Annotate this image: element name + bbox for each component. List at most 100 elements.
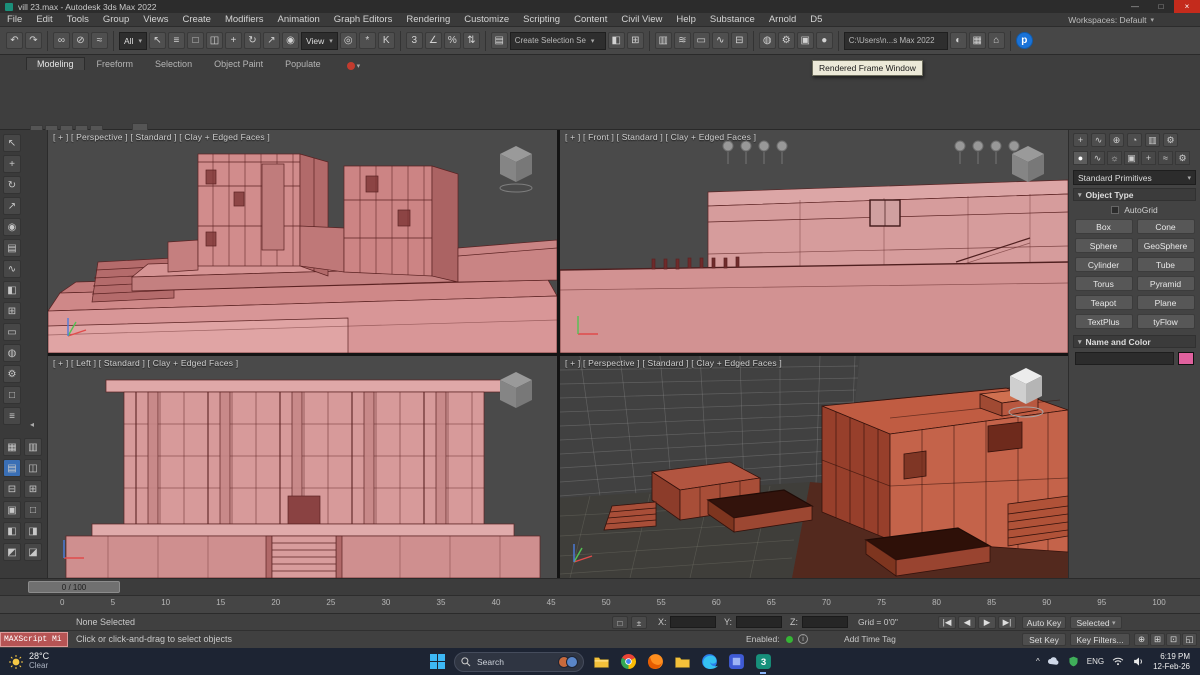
ribbon-tab-object-paint[interactable]: Object Paint <box>204 58 273 70</box>
named-selection-set-field[interactable]: Create Selection Se ▾ <box>509 31 606 50</box>
name-and-color-rollout[interactable]: ▾ Name and Color <box>1073 335 1196 348</box>
selection-set-dropdown[interactable]: Selected ▾ <box>1070 616 1122 629</box>
left-toolbar-icon[interactable]: □ <box>3 386 21 404</box>
info-icon[interactable]: i <box>798 634 808 644</box>
keyboard-override-icon[interactable]: K <box>377 32 395 49</box>
state-sets-icon[interactable]: ▦ <box>968 32 986 49</box>
select-by-name-icon[interactable]: ≡ <box>167 32 185 49</box>
folder-icon[interactable] <box>672 652 692 672</box>
viewport-label[interactable]: [ + ] [ Perspective ] [ Standard ] [ Cla… <box>565 358 782 368</box>
geometry-category-icon[interactable]: ● <box>1073 151 1088 165</box>
menu-file[interactable]: File <box>0 13 29 27</box>
z-coordinate-field[interactable] <box>802 616 848 628</box>
viewport-layout-tab[interactable]: ◨ <box>24 522 42 540</box>
mirror-icon[interactable]: ◧ <box>607 32 625 49</box>
workspaces-selector[interactable]: Workspaces: Default ▾ <box>1068 15 1154 25</box>
isolate-selection-icon[interactable]: □ <box>612 616 628 629</box>
ribbon-tab-selection[interactable]: Selection <box>145 58 202 70</box>
left-toolbar-icon[interactable]: ▤ <box>3 239 21 257</box>
goto-end-icon[interactable]: ▶| <box>998 616 1016 629</box>
tube-button[interactable]: Tube <box>1136 257 1195 272</box>
select-and-rotate-icon[interactable]: ↻ <box>243 32 261 49</box>
create-tab-icon[interactable]: + <box>1073 133 1088 147</box>
viewport-perspective[interactable]: [ + ] [ Perspective ] [ Standard ] [ Cla… <box>48 130 557 353</box>
select-object-icon[interactable]: ↖ <box>148 32 166 49</box>
close-button[interactable]: × <box>1174 0 1200 13</box>
menu-group[interactable]: Group <box>96 13 136 27</box>
menu-edit[interactable]: Edit <box>29 13 59 27</box>
textplus-button[interactable]: TextPlus <box>1074 314 1133 329</box>
viewport-left[interactable]: [ + ] [ Left ] [ Standard ] [ Clay + Edg… <box>48 356 557 578</box>
cameras-category-icon[interactable]: ▣ <box>1124 151 1139 165</box>
start-button[interactable] <box>427 652 447 672</box>
chevron-down-icon[interactable]: ▾ <box>357 62 361 70</box>
left-toolbar-icon[interactable]: ⊞ <box>3 302 21 320</box>
left-toolbar-icon[interactable]: ▭ <box>3 323 21 341</box>
render-iterative-icon[interactable]: ◐ <box>949 32 967 49</box>
select-and-place-icon[interactable]: ◉ <box>281 32 299 49</box>
window-crossing-icon[interactable]: ◫ <box>205 32 223 49</box>
menu-rendering[interactable]: Rendering <box>399 13 457 27</box>
volume-icon[interactable] <box>1132 655 1146 668</box>
viewport-layout-tab[interactable]: ▥ <box>24 438 42 456</box>
menu-help[interactable]: Help <box>669 13 703 27</box>
cylinder-button[interactable]: Cylinder <box>1074 257 1133 272</box>
edit-named-selection-sets-icon[interactable]: ▤ <box>490 32 508 49</box>
add-time-tag[interactable]: Add Time Tag <box>844 634 896 644</box>
menu-civil-view[interactable]: Civil View <box>614 13 669 27</box>
object-color-swatch[interactable] <box>1178 352 1194 365</box>
shield-tray-icon[interactable] <box>1067 655 1080 668</box>
unlink-selection-icon[interactable]: ⊘ <box>72 32 89 49</box>
viewport-label[interactable]: [ + ] [ Front ] [ Standard ] [ Clay + Ed… <box>565 132 756 142</box>
viewport-layout-tab[interactable]: ◧ <box>3 522 21 540</box>
render-setup-icon[interactable]: ⚙ <box>777 32 795 49</box>
rectangular-selection-region-icon[interactable]: □ <box>186 32 204 49</box>
viewport-front[interactable]: [ + ] [ Front ] [ Standard ] [ Clay + Ed… <box>560 130 1068 353</box>
toggle-ribbon-icon[interactable]: ▭ <box>692 32 710 49</box>
utilities-tab-icon[interactable]: ⚙ <box>1163 133 1178 147</box>
select-and-link-icon[interactable]: ∞ <box>53 32 70 49</box>
helpers-category-icon[interactable]: + <box>1141 151 1156 165</box>
schematic-view-icon[interactable]: ⊟ <box>730 32 748 49</box>
left-toolbar-icon[interactable]: ∿ <box>3 260 21 278</box>
ribbon-tab-modeling[interactable]: Modeling <box>26 57 85 70</box>
undo-icon[interactable]: ↶ <box>6 32 23 49</box>
spacewarps-category-icon[interactable]: ≈ <box>1158 151 1173 165</box>
object-type-rollout[interactable]: ▾ Object Type <box>1073 188 1196 201</box>
zoom-all-icon[interactable]: ⊞ <box>1150 633 1165 646</box>
x-coordinate-field[interactable] <box>670 616 716 628</box>
menu-animation[interactable]: Animation <box>271 13 327 27</box>
viewport-layout-tab[interactable]: ◫ <box>24 459 42 477</box>
menu-graph-editors[interactable]: Graph Editors <box>327 13 400 27</box>
left-toolbar-icon[interactable]: ◉ <box>3 218 21 236</box>
torus-button[interactable]: Torus <box>1074 276 1133 291</box>
left-toolbar-icon[interactable]: ⚙ <box>3 365 21 383</box>
left-toolbar-icon[interactable]: ↗ <box>3 197 21 215</box>
viewport-layout-tab[interactable]: □ <box>24 501 42 519</box>
weather-widget[interactable]: 28°C Clear <box>0 651 49 671</box>
curve-editor-icon[interactable]: ∿ <box>711 32 729 49</box>
viewport-label[interactable]: [ + ] [ Perspective ] [ Standard ] [ Cla… <box>53 132 270 142</box>
offset-mode-icon[interactable]: ± <box>631 616 647 629</box>
geosphere-button[interactable]: GeoSphere <box>1136 238 1195 253</box>
cone-button[interactable]: Cone <box>1136 219 1195 234</box>
dock-collapse-icon[interactable]: ◂ <box>30 420 34 429</box>
sphere-button[interactable]: Sphere <box>1074 238 1133 253</box>
rendered-frame-window-icon[interactable]: ▣ <box>796 32 814 49</box>
select-and-move-icon[interactable]: + <box>224 32 242 49</box>
search-input[interactable]: Search <box>454 651 584 672</box>
teapot-button[interactable]: Teapot <box>1074 295 1133 310</box>
goto-start-icon[interactable]: |◀ <box>938 616 956 629</box>
previous-frame-icon[interactable]: ◀ <box>958 616 976 629</box>
left-toolbar-icon[interactable]: ↻ <box>3 176 21 194</box>
modify-tab-icon[interactable]: ∿ <box>1091 133 1106 147</box>
menu-scripting[interactable]: Scripting <box>516 13 567 27</box>
hierarchy-tab-icon[interactable]: ⊕ <box>1109 133 1124 147</box>
align-icon[interactable]: ⊞ <box>626 32 644 49</box>
maximize-viewport-toggle-icon[interactable]: ◱ <box>1182 633 1197 646</box>
checkbox-icon[interactable] <box>1111 205 1120 214</box>
menu-create[interactable]: Create <box>175 13 218 27</box>
reference-coordinate-dropdown[interactable]: View ▾ <box>300 31 338 50</box>
snaps-toggle-icon[interactable]: 3 <box>405 32 423 49</box>
percent-snap-icon[interactable]: % <box>443 32 461 49</box>
